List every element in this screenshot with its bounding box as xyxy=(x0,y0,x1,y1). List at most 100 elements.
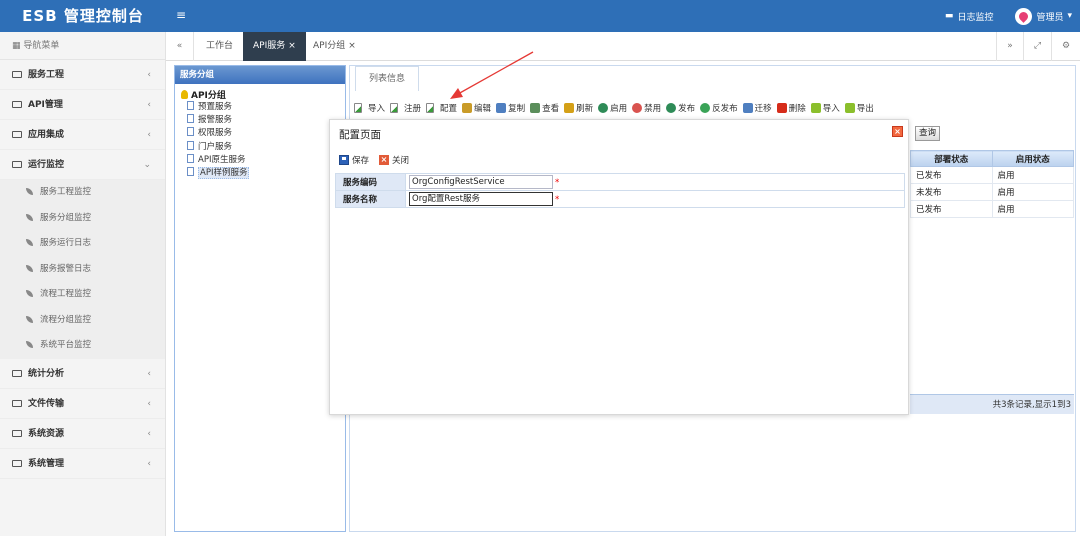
toolbar-button[interactable]: 导出 xyxy=(844,102,874,114)
toolbar-button[interactable]: 禁用 xyxy=(632,102,661,114)
scroll-left-icon[interactable]: « xyxy=(166,32,194,61)
sidebar-group[interactable]: 应用集成 ‹ xyxy=(0,120,165,150)
dialog-title: 配置页面 xyxy=(339,129,381,141)
sidebar-group[interactable]: API管理 ‹ xyxy=(0,90,165,120)
column-header[interactable]: 部署状态 xyxy=(910,150,993,167)
table-row[interactable]: 未发布 启用 xyxy=(910,183,1074,201)
tree-node[interactable]: API样例服务 xyxy=(175,166,345,180)
tab-api-group[interactable]: API分组 × xyxy=(303,32,366,61)
sidebar-group[interactable]: 系统资源 ‹ xyxy=(0,419,165,449)
close-icon[interactable]: × xyxy=(892,126,903,137)
panel-title: 服务分组 xyxy=(175,66,345,84)
log-monitor-label: 日志监控 xyxy=(957,12,994,23)
toolbar-button-label: 删除 xyxy=(788,104,806,114)
chevron-left-icon: ‹ xyxy=(147,70,151,80)
table-cell: 已发布 xyxy=(910,166,993,184)
required-mark: * xyxy=(555,194,560,205)
chevron-left-icon: ‹ xyxy=(147,100,151,110)
tree-node[interactable]: 预置服务 xyxy=(175,101,345,114)
tab-workbench[interactable]: 工作台 xyxy=(196,32,243,61)
sidebar-item-label: 服务工程监控 xyxy=(40,187,92,197)
sidebar-item-label: 服务运行日志 xyxy=(40,238,92,248)
sidebar-item[interactable]: 服务运行日志 xyxy=(0,231,165,257)
sidebar-group[interactable]: 系统管理 ‹ xyxy=(0,449,165,479)
sidebar-item[interactable]: 流程分组监控 xyxy=(0,308,165,334)
sidebar-item[interactable]: 服务工程监控 xyxy=(0,180,165,206)
document-icon xyxy=(187,166,194,176)
table-row[interactable]: 已发布 启用 xyxy=(910,166,1074,184)
scroll-right-icon[interactable]: » xyxy=(996,32,1024,61)
chevron-left-icon: ‹ xyxy=(147,368,151,379)
gear-icon[interactable]: ⚙ xyxy=(1052,32,1080,61)
log-monitor-link[interactable]: ▬ 日志监控 xyxy=(945,10,994,23)
tree-root[interactable]: API分组 xyxy=(181,88,345,101)
close-button[interactable]: × 关闭 xyxy=(379,154,409,166)
field-label: 服务名称 xyxy=(335,190,406,208)
tab-close-icon[interactable]: × xyxy=(288,41,296,51)
tab-list-info[interactable]: 列表信息 xyxy=(355,66,419,91)
sidebar: ▦ 导航菜单 服务工程 ‹ API管理 ‹ 应用集成 ‹ 运行监控 ⌄ 服务工程监控 服务分组监控… xyxy=(0,32,166,536)
delete-icon xyxy=(776,103,787,113)
tree-node[interactable]: API原生服务 xyxy=(175,153,345,167)
tree-node[interactable]: 权限服务 xyxy=(175,127,345,140)
query-button[interactable]: 查询 xyxy=(915,126,941,141)
migrate-icon xyxy=(742,103,753,113)
fullscreen-icon[interactable]: ⤢ xyxy=(1024,32,1052,61)
column-header[interactable]: 启用状态 xyxy=(991,150,1074,167)
table-cell: 未发布 xyxy=(910,183,993,201)
table-row[interactable]: 已发布 启用 xyxy=(910,200,1074,218)
toolbar-button[interactable]: 迁移 xyxy=(742,102,772,114)
save-button[interactable]: 保存 xyxy=(339,154,369,166)
toolbar-button[interactable]: 反发布 xyxy=(700,102,738,114)
top-header: ESB 管理控制台 ≡ ▬ 日志监控 管理员 ▾ xyxy=(0,0,1080,32)
toolbar-button[interactable]: 注册 xyxy=(390,102,421,114)
sidebar-item[interactable]: 服务报警日志 xyxy=(0,257,165,283)
config-form: 服务编码 OrgConfigRestService * 服务名称 Org配置Res… xyxy=(335,173,905,208)
toolbar-button[interactable]: 刷新 xyxy=(564,102,593,114)
table-cell: 启用 xyxy=(991,166,1074,184)
sidebar-group[interactable]: 服务工程 ‹ xyxy=(0,60,165,90)
chevron-left-icon: ‹ xyxy=(147,398,151,409)
import-icon xyxy=(354,103,362,113)
toolbar-button[interactable]: 删除 xyxy=(776,102,806,114)
service-code-input[interactable]: OrgConfigRestService xyxy=(409,175,553,189)
bulb-icon xyxy=(181,90,188,99)
table-cell: 已发布 xyxy=(910,200,993,218)
tab-close-icon[interactable]: × xyxy=(348,41,356,51)
sidebar-group-label: 服务工程 xyxy=(28,70,65,80)
leaf-icon xyxy=(26,213,33,221)
annotation-arrow-icon xyxy=(450,51,534,99)
tab-api-service[interactable]: API服务 × xyxy=(243,32,306,61)
close-icon: × xyxy=(379,155,390,165)
sidebar-group[interactable]: 运行监控 ⌄ xyxy=(0,150,165,180)
folder-icon xyxy=(12,369,22,377)
user-menu[interactable]: 管理员 ▾ xyxy=(1015,7,1072,25)
toolbar-button-label: 查看 xyxy=(542,104,560,114)
toolbar-button-label: 注册 xyxy=(404,104,422,114)
leaf-icon xyxy=(26,341,33,348)
sidebar-group[interactable]: 统计分析 ‹ xyxy=(0,359,165,389)
refresh-icon xyxy=(564,103,575,113)
toolbar-button[interactable]: 启用 xyxy=(598,102,627,114)
folder-icon xyxy=(12,71,22,78)
chevron-left-icon: ‹ xyxy=(147,428,151,439)
sidebar-item-label: 流程工程监控 xyxy=(40,289,92,299)
sidebar-group-label: 应用集成 xyxy=(28,130,65,140)
service-name-input[interactable]: Org配置Rest服务 xyxy=(409,192,553,206)
sidebar-item[interactable]: 流程工程监控 xyxy=(0,282,165,308)
hamburger-icon[interactable]: ≡ xyxy=(176,0,186,30)
tree-node[interactable]: 报警服务 xyxy=(175,114,345,127)
folder-icon xyxy=(12,131,22,138)
toolbar-button[interactable]: 发布 xyxy=(666,102,695,114)
tree-node[interactable]: 门户服务 xyxy=(175,140,345,154)
document-icon xyxy=(187,101,194,110)
sidebar-item[interactable]: 服务分组监控 xyxy=(0,206,165,232)
sidebar-group[interactable]: 文件传输 ‹ xyxy=(0,389,165,419)
toolbar-button[interactable]: 导入 xyxy=(810,102,840,114)
toolbar-button[interactable]: 导入 xyxy=(354,102,385,114)
folder-icon xyxy=(12,459,22,467)
sidebar-item[interactable]: 系统平台监控 xyxy=(0,333,165,359)
sidebar-item-label: 服务分组监控 xyxy=(40,212,92,223)
grid-area: 查询 部署状态 启用状态 已发布 启用 未发布 启用 已发布 启用 xyxy=(910,122,1074,408)
leaf-icon xyxy=(26,239,33,246)
